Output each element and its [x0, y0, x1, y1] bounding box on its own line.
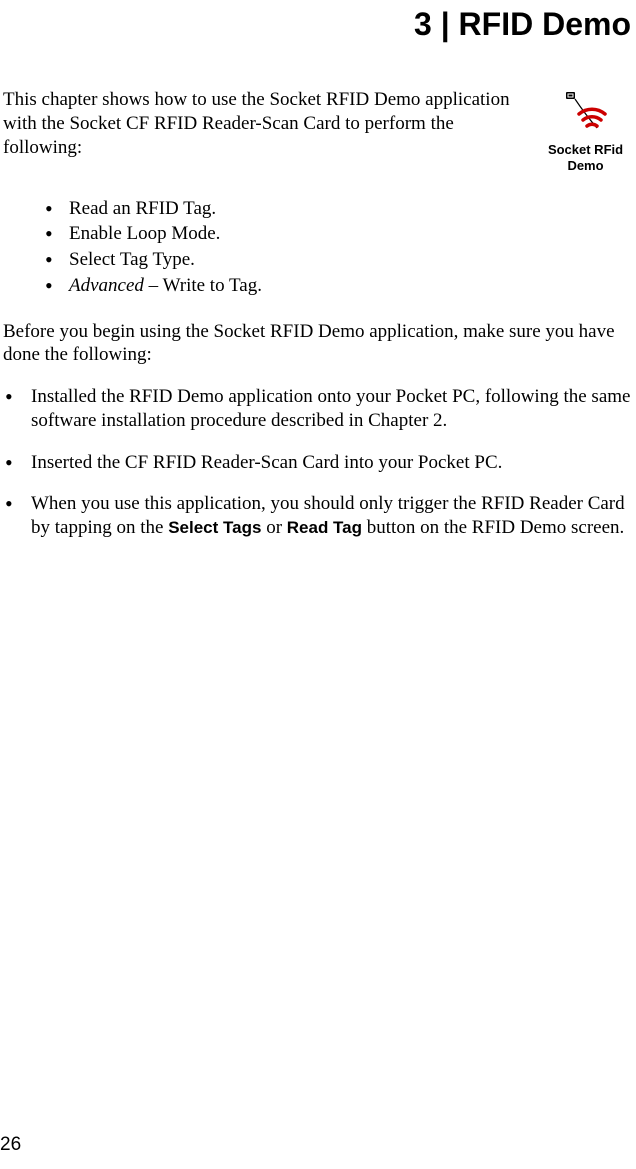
feature-text: Select Tag Type. — [69, 249, 195, 270]
logo-caption-line1: Socket RFid — [548, 142, 623, 158]
list-item: Enable Loop Mode. — [45, 222, 633, 246]
intro-row: This chapter shows how to use the Socket… — [3, 88, 633, 175]
before-paragraph: Before you begin using the Socket RFID D… — [3, 320, 633, 368]
logo-caption-line2: Demo — [567, 158, 603, 174]
list-item: When you use this application, you shoul… — [3, 492, 633, 540]
list-item: Installed the RFID Demo application onto… — [3, 385, 633, 433]
rfid-signal-icon — [561, 90, 611, 138]
chapter-title: 3 | RFID Demo — [0, 4, 631, 44]
prereq-text: Inserted the CF RFID Reader-Scan Card in… — [31, 452, 502, 473]
prereq-strong: Select Tags — [168, 518, 261, 537]
list-item: Inserted the CF RFID Reader-Scan Card in… — [3, 451, 633, 475]
feature-list: Read an RFID Tag. Enable Loop Mode. Sele… — [3, 197, 633, 298]
prereq-seg: or — [261, 517, 286, 538]
prerequisite-list: Installed the RFID Demo application onto… — [3, 385, 633, 540]
page-content: This chapter shows how to use the Socket… — [0, 88, 636, 540]
intro-paragraph: This chapter shows how to use the Socket… — [3, 88, 528, 159]
list-item: Select Tag Type. — [45, 248, 633, 272]
feature-suffix: – Write to Tag. — [144, 275, 262, 296]
feature-text: Read an RFID Tag. — [69, 198, 216, 219]
prereq-text: Installed the RFID Demo application onto… — [31, 386, 630, 431]
socket-rfid-demo-logo: Socket RFid Demo — [538, 88, 633, 175]
prereq-strong: Read Tag — [287, 518, 362, 537]
list-item: Advanced – Write to Tag. — [45, 274, 633, 298]
page-number: 26 — [0, 1133, 21, 1157]
list-item: Read an RFID Tag. — [45, 197, 633, 221]
feature-text: Enable Loop Mode. — [69, 223, 220, 244]
feature-prefix-italic: Advanced — [69, 275, 144, 296]
prereq-seg: button on the RFID Demo screen. — [362, 517, 624, 538]
